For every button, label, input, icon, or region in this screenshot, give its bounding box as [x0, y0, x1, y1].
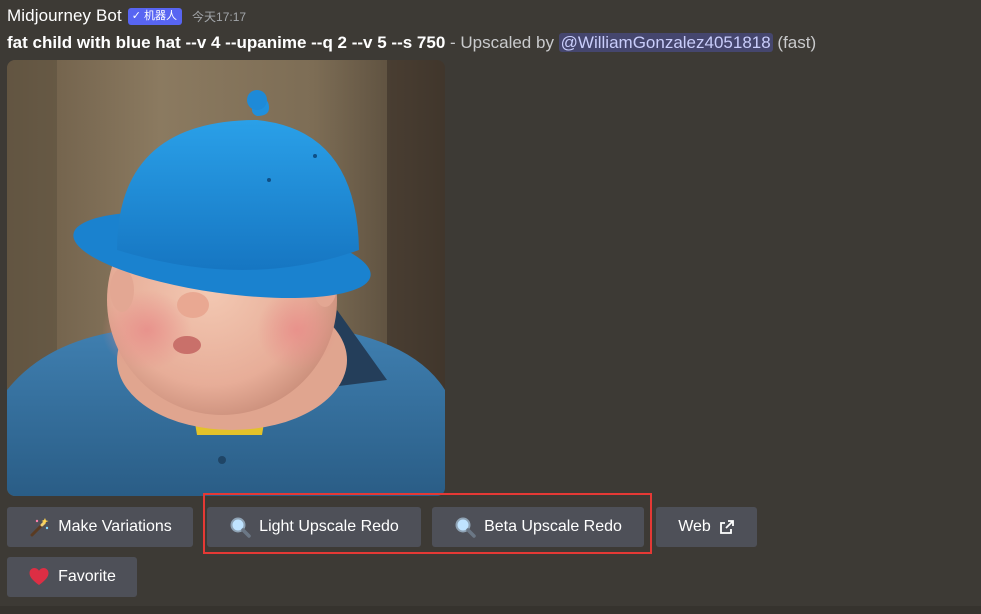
generated-image-artwork	[7, 60, 445, 496]
message-header: Midjourney Bot ✓ 机器人 今天17:17	[7, 6, 246, 26]
prompt-text: fat child with blue hat --v 4 --upanime …	[7, 33, 446, 52]
make-variations-label: Make Variations	[58, 518, 172, 535]
favorite-label: Favorite	[58, 568, 116, 585]
magnifier-icon	[230, 517, 251, 538]
favorite-button[interactable]: Favorite	[7, 557, 137, 597]
mode-text: (fast)	[772, 33, 817, 52]
bot-tag: ✓ 机器人	[127, 7, 183, 25]
generated-image[interactable]	[7, 60, 445, 496]
author-name[interactable]: Midjourney Bot	[7, 6, 122, 26]
light-upscale-redo-button[interactable]: Light Upscale Redo	[207, 507, 421, 547]
external-link-icon	[719, 520, 734, 534]
beta-upscale-redo-label: Beta Upscale Redo	[484, 518, 622, 535]
web-link-button[interactable]: Web	[656, 507, 757, 547]
upscaled-by-text: - Upscaled by	[445, 33, 559, 52]
light-upscale-redo-label: Light Upscale Redo	[259, 518, 399, 535]
magic-wand-icon	[30, 518, 49, 537]
magnifier-icon	[455, 517, 476, 538]
user-mention[interactable]: @WilliamGonzalez4051818	[558, 33, 773, 52]
web-label: Web	[678, 518, 711, 535]
bottom-divider	[0, 606, 981, 614]
message-content: fat child with blue hat --v 4 --upanime …	[7, 32, 816, 54]
chat-message: Midjourney Bot ✓ 机器人 今天17:17 fat child w…	[0, 0, 981, 614]
timestamp[interactable]: 今天17:17	[192, 8, 246, 25]
beta-upscale-redo-button[interactable]: Beta Upscale Redo	[432, 507, 644, 547]
verified-check-icon: ✓	[131, 9, 142, 22]
bot-tag-label: 机器人	[144, 9, 178, 22]
make-variations-button[interactable]: Make Variations	[7, 507, 193, 547]
heart-icon	[29, 568, 49, 585]
